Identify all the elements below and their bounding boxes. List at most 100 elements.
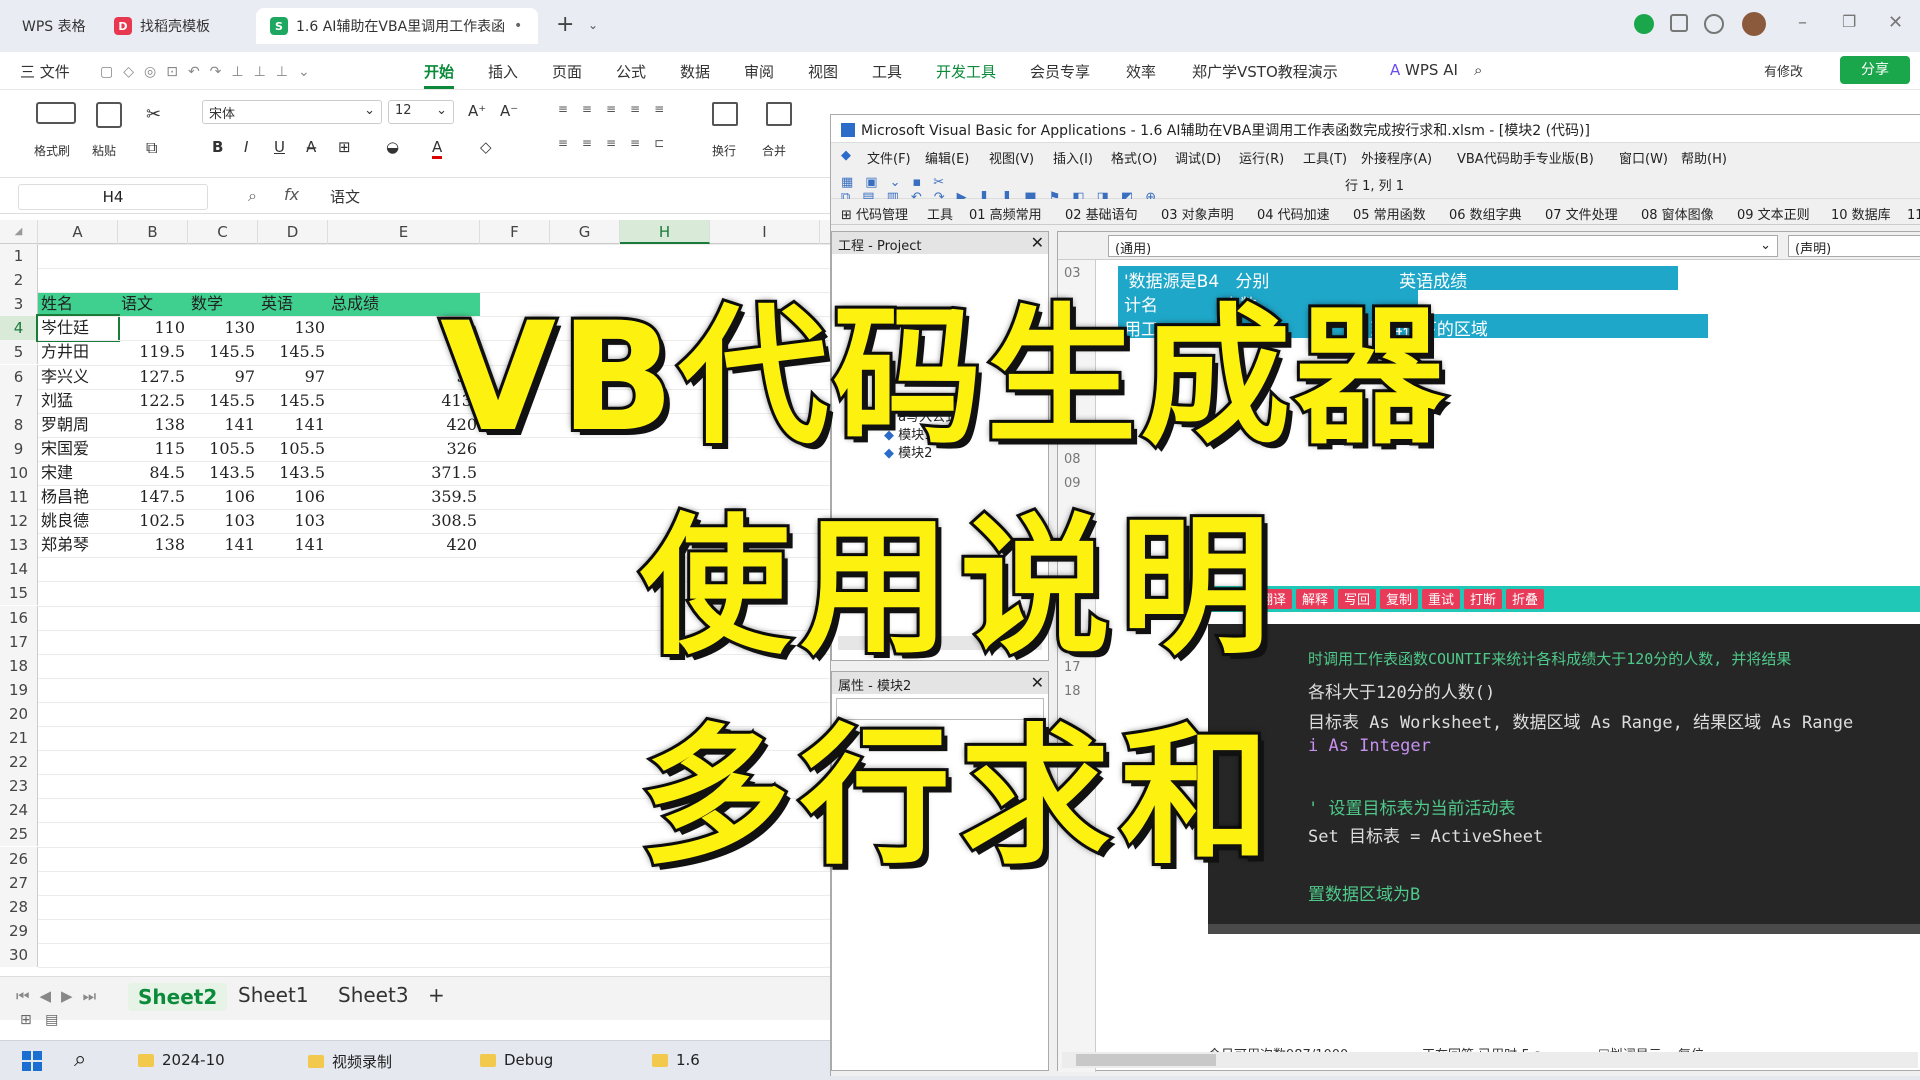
table-cell[interactable]: 杨昌艳 (38, 485, 118, 509)
row-header[interactable]: 15 (0, 581, 38, 606)
file-menu[interactable]: 三 文件 (20, 61, 70, 82)
add-sheet-button[interactable]: + (428, 983, 445, 1007)
row-header[interactable]: 13 (0, 533, 38, 558)
table-cell[interactable]: 130 (188, 316, 258, 340)
addin-01[interactable]: 01 高频常用 (969, 204, 1042, 223)
close-window-icon[interactable]: ✕ (1888, 12, 1903, 33)
window-icon[interactable] (1670, 14, 1688, 32)
table-cell[interactable]: 308.5 (328, 509, 480, 533)
row-header[interactable]: 20 (0, 701, 38, 726)
align-top-icons[interactable]: ≡≡≡≡≡ (548, 102, 688, 122)
zoom-icon[interactable]: ⌕ (248, 186, 257, 206)
addin-03[interactable]: 03 对象声明 (1161, 204, 1234, 223)
edit-status[interactable]: 有修改 (1764, 61, 1803, 80)
addin-04[interactable]: 04 代码加速 (1257, 204, 1330, 223)
table-cell[interactable]: 122.5 (118, 389, 188, 413)
row-header[interactable]: 8 (0, 412, 38, 437)
menu-home[interactable]: 开始 (424, 61, 455, 89)
row-header[interactable]: 24 (0, 798, 38, 823)
row-header[interactable]: 3 (0, 292, 38, 317)
row-header[interactable]: 26 (0, 846, 38, 871)
ai-interrupt-button[interactable]: 打断 (1464, 589, 1503, 609)
table-cell[interactable]: 145.5 (188, 389, 258, 413)
row-header[interactable]: 28 (0, 894, 38, 919)
table-cell[interactable]: 刘猛 (38, 389, 118, 413)
panel-scrollbar[interactable] (1208, 924, 1920, 934)
row-header[interactable]: 12 (0, 509, 38, 534)
table-cell[interactable]: 145.5 (188, 340, 258, 364)
table-cell[interactable]: 105.5 (258, 437, 328, 461)
row-header[interactable]: 9 (0, 436, 38, 461)
ai-copy-button[interactable]: 复制 (1380, 589, 1419, 609)
toolbar-icons[interactable]: ▦▣⌄▪✂⧉▤▥↶↷▶❚❚■⚑◧◨◩⊕ (841, 175, 1261, 205)
status-icons[interactable]: ⊞ ▤ (20, 1012, 58, 1028)
fill-color-icon[interactable]: ◒ (386, 138, 399, 156)
taskbar-item[interactable]: 2024-10 (138, 1051, 225, 1069)
font-name-select[interactable]: 宋体 ⌄ (202, 100, 382, 124)
vba-menu-addins[interactable]: 外接程序(A) (1361, 148, 1432, 167)
table-cell[interactable]: 106 (258, 485, 328, 509)
menu-insert[interactable]: 插入 (488, 61, 518, 82)
table-cell[interactable]: 138 (118, 533, 188, 557)
menu-review[interactable]: 审阅 (744, 61, 774, 82)
shrink-font-icon[interactable]: A⁻ (500, 102, 518, 120)
addin-05[interactable]: 05 常用函数 (1353, 204, 1426, 223)
grow-font-icon[interactable]: A⁺ (468, 102, 486, 120)
row-header[interactable]: 22 (0, 750, 38, 775)
vba-menu-help[interactable]: 帮助(H) (1681, 148, 1727, 167)
addin-10[interactable]: 10 数据库 (1831, 204, 1891, 223)
row-header[interactable]: 27 (0, 870, 38, 895)
cut-icon[interactable]: ✂ (146, 104, 161, 125)
vba-menu-helper[interactable]: VBA代码助手专业版(B) (1457, 148, 1594, 167)
object-dropdown[interactable]: (通用) ⌄ (1108, 235, 1778, 257)
scroll-thumb[interactable] (1076, 1054, 1216, 1066)
italic-icon[interactable]: I (244, 138, 248, 156)
vba-menu-tools[interactable]: 工具(T) (1303, 148, 1347, 167)
vba-menu-debug[interactable]: 调试(D) (1175, 148, 1221, 167)
wrap-icon[interactable] (712, 102, 738, 126)
column-header-i[interactable]: I (710, 220, 820, 244)
menu-view[interactable]: 视图 (808, 61, 838, 82)
header-cell[interactable]: 数学 (188, 292, 258, 316)
taskbar-item[interactable]: 1.6 (652, 1051, 700, 1069)
table-cell[interactable]: 105.5 (188, 437, 258, 461)
ai-explain-button[interactable]: 解释 (1296, 589, 1335, 609)
settings-icon[interactable] (1704, 14, 1724, 34)
copy-icon[interactable]: ⧉ (146, 138, 157, 158)
table-cell[interactable]: 141 (188, 533, 258, 557)
addin-code-manage[interactable]: ⊞ 代码管理 (841, 204, 908, 223)
chevron-down-icon[interactable]: ⌄ (588, 18, 598, 32)
row-header[interactable]: 6 (0, 364, 38, 389)
wrap-label[interactable]: 换行 (712, 142, 736, 159)
border-icon[interactable]: ⊞ (338, 138, 351, 156)
ai-retry-button[interactable]: 重试 (1422, 589, 1461, 609)
table-cell[interactable]: 138 (118, 413, 188, 437)
paste-label[interactable]: 粘贴 (92, 142, 116, 159)
taskbar-item[interactable]: 视频录制 (308, 1051, 392, 1072)
column-header-a[interactable]: A (38, 220, 118, 244)
procedure-dropdown[interactable]: (声明) (1788, 235, 1920, 257)
paste-icon[interactable] (96, 102, 122, 128)
restore-icon[interactable]: ❐ (1842, 12, 1856, 31)
ai-fold-button[interactable]: 折叠 (1506, 589, 1545, 609)
close-icon[interactable]: ✕ (1031, 233, 1044, 252)
minimize-icon[interactable]: – (1798, 12, 1807, 33)
row-header[interactable]: 5 (0, 340, 38, 365)
row-header[interactable]: 11 (0, 485, 38, 510)
menu-member[interactable]: 会员专享 (1030, 61, 1090, 82)
underline-icon[interactable]: U (274, 138, 285, 156)
format-painter-icon[interactable] (36, 102, 76, 124)
menu-tools[interactable]: 工具 (872, 61, 902, 82)
addin-06[interactable]: 06 数组字典 (1449, 204, 1522, 223)
column-header-g[interactable]: G (550, 220, 620, 244)
column-header-e[interactable]: E (328, 220, 480, 244)
select-all-corner[interactable]: ◢ (0, 220, 38, 244)
table-cell[interactable]: 97 (258, 365, 328, 389)
menu-efficiency[interactable]: 效率 (1126, 61, 1156, 82)
tab-templates[interactable]: D 找稻壳模板 (100, 8, 224, 44)
vba-menu-insert[interactable]: 插入(I) (1053, 148, 1093, 167)
row-header[interactable]: 1 (0, 244, 38, 269)
row-header[interactable]: 17 (0, 629, 38, 654)
sheet-tab-sheet1[interactable]: Sheet1 (238, 983, 309, 1007)
ai-writeback-button[interactable]: 写回 (1338, 589, 1377, 609)
